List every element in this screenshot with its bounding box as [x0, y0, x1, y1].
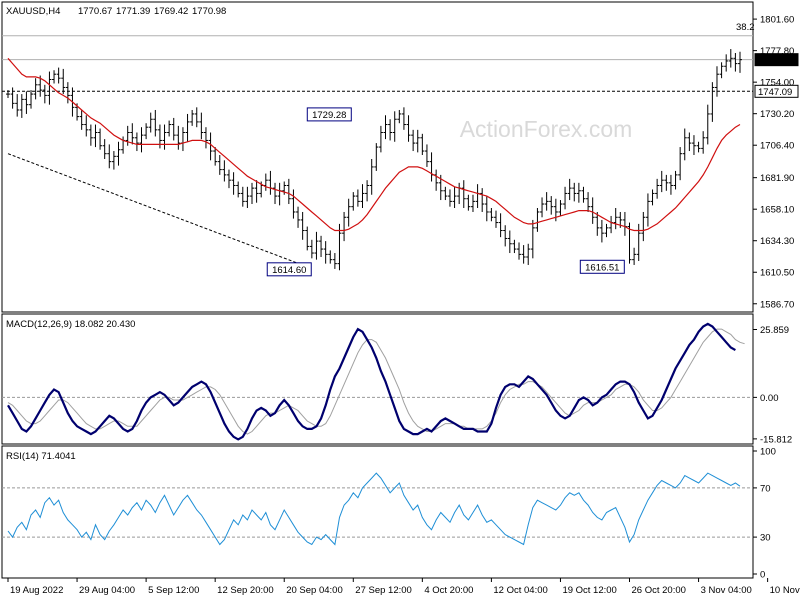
x-tick-label: 26 Oct 20:00 — [632, 585, 686, 596]
rsi-y-tick-label: 0 — [760, 570, 765, 581]
macd-panel-frame — [1, 313, 754, 445]
price-y-tick-label: 1730.20 — [760, 109, 794, 120]
macd-header: MACD(12,26,9) 18.082 20.430 — [6, 319, 135, 330]
price-panel-frame — [1, 1, 754, 313]
x-tick-label: 27 Sep 12:00 — [355, 585, 412, 596]
price-y-tick-label: 1658.10 — [760, 205, 794, 216]
price-high: 1771.39 — [116, 6, 150, 17]
macd-y-axis: 25.859 0.00 -15.812 — [753, 325, 792, 445]
chart-canvas: 1801.601777.801754.001730.201706.401681.… — [1, 1, 800, 596]
price-y-tick-label: 1634.30 — [760, 236, 794, 247]
rsi-y-axis: 100 70 30 0 — [753, 447, 776, 581]
x-tick-label: 20 Sep 04:00 — [286, 585, 343, 596]
x-tick-label: 4 Oct 20:00 — [424, 585, 473, 596]
rsi-header: RSI(14) 71.4041 — [6, 451, 76, 462]
macd-y-tick-label: 0.00 — [760, 393, 779, 404]
x-tick-label: 10 Nov 12:00 — [770, 585, 800, 596]
price-symbol: XAUUSD,H4 — [6, 6, 60, 17]
price-low: 1769.42 — [154, 6, 188, 17]
x-tick-label: 29 Aug 04:00 — [79, 585, 135, 596]
price-open: 1770.67 — [78, 6, 112, 17]
fib-level-label: 38.2 — [736, 22, 755, 33]
rsi-panel-frame — [1, 445, 754, 579]
x-tick-label: 5 Sep 12:00 — [148, 585, 199, 596]
price-y-tick-label: 1801.60 — [760, 15, 794, 26]
watermark: ActionForex.com — [460, 116, 633, 142]
chart-window: 1801.60 1777.80 1754.00 1730.20 1706.40 1681.… — [0, 0, 800, 600]
price-y-tick-label: 1681.90 — [760, 173, 794, 184]
x-tick-label: 12 Sep 20:00 — [217, 585, 274, 596]
level-label: 1747.09 — [758, 87, 792, 98]
price-y-tick-label: 1706.40 — [760, 141, 794, 152]
macd-y-tick-label: 25.859 — [760, 325, 789, 336]
rsi-y-tick-label: 70 — [760, 483, 771, 494]
x-tick-label: 19 Aug 2022 — [10, 585, 63, 596]
price-annotation-label: 1614.60 — [272, 265, 306, 276]
rsi-y-tick-label: 100 — [760, 447, 776, 458]
macd-y-tick-label: -15.812 — [760, 434, 792, 445]
price-y-tick-label: 1586.70 — [760, 299, 794, 310]
price-y-tick-label: 1610.50 — [760, 268, 794, 279]
rsi-y-tick-label: 30 — [760, 533, 771, 544]
x-tick-label: 19 Oct 12:00 — [562, 585, 616, 596]
price-header: XAUUSD,H4 1770.67 1771.39 1769.42 1770.9… — [6, 6, 226, 17]
price-annotation-label: 1616.51 — [585, 262, 619, 273]
x-tick-label: 3 Nov 04:00 — [701, 585, 752, 596]
price-annotation-label: 1729.28 — [312, 110, 346, 121]
level-label: 1770.98 — [758, 55, 792, 66]
x-tick-label: 12 Oct 04:00 — [493, 585, 547, 596]
time-x-axis: 19 Aug 2022 29 Aug 04:00 5 Sep 12:00 12 Sep… — [7, 578, 800, 596]
price-close: 1770.98 — [192, 6, 226, 17]
